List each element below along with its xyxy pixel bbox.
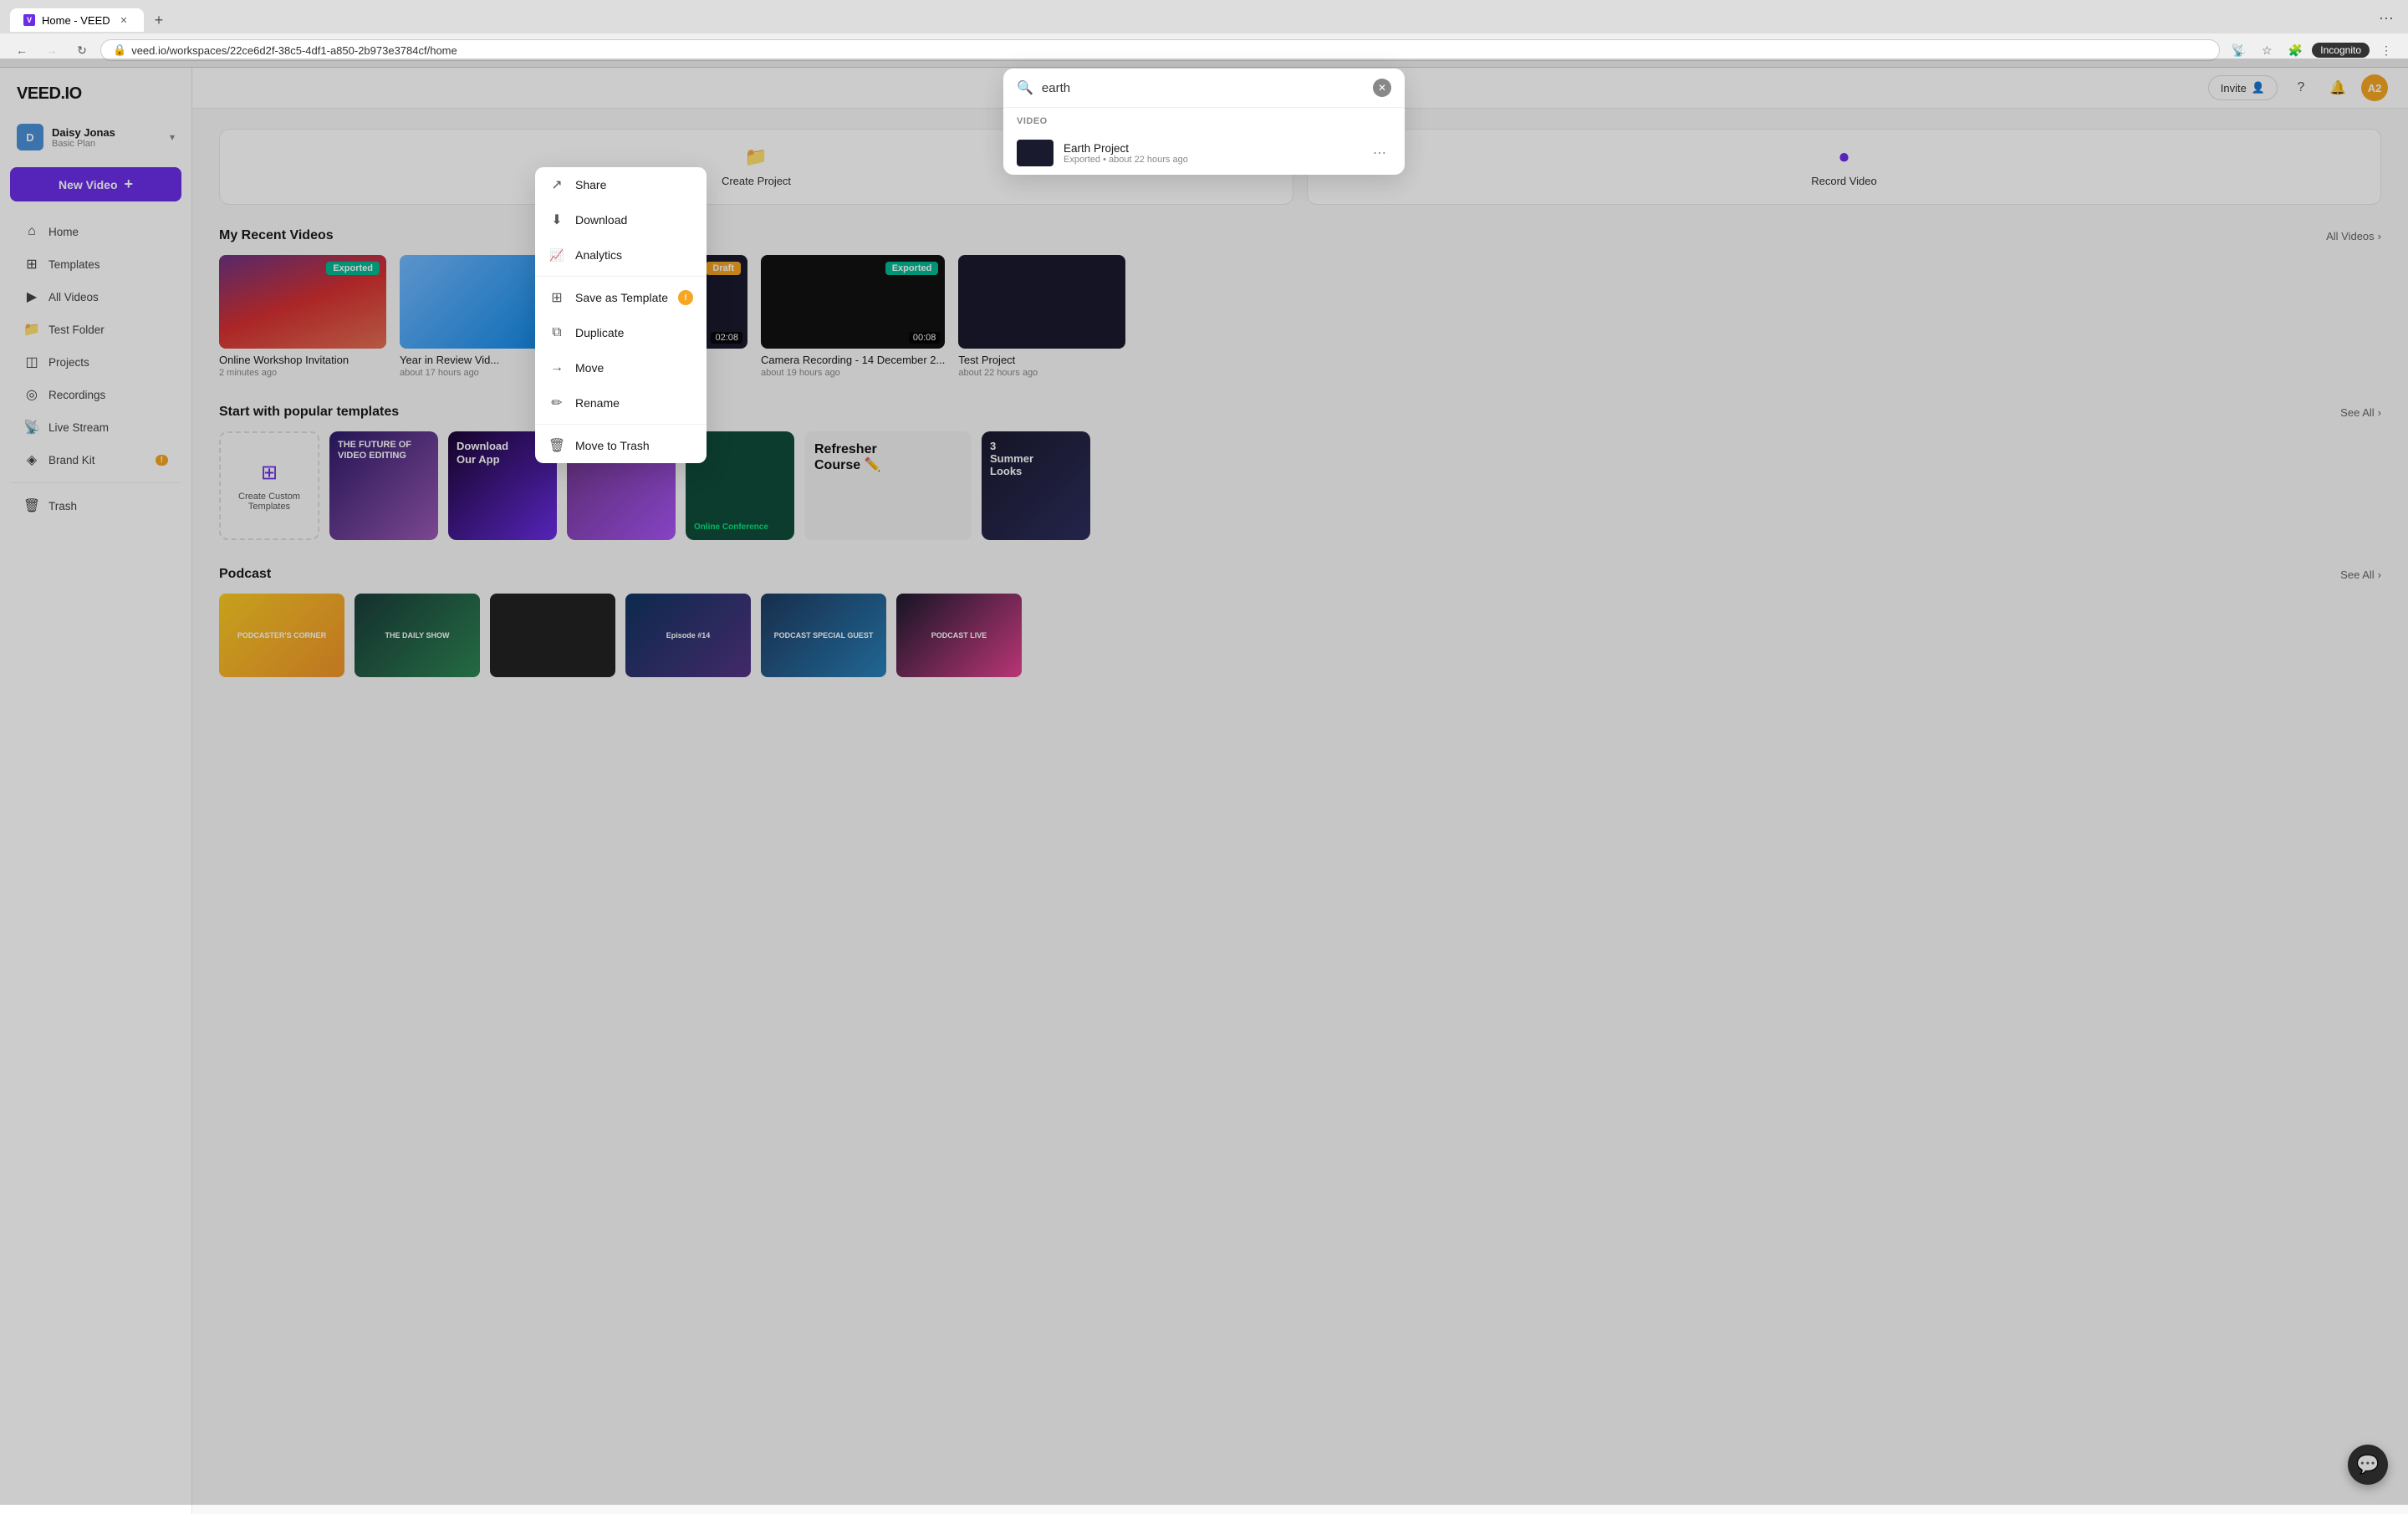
search-clear-button[interactable]: ✕	[1373, 79, 1391, 97]
search-input-row: 🔍 ✕	[1003, 69, 1405, 107]
context-menu-share-label: Share	[575, 178, 693, 191]
context-menu-download[interactable]: ⬇ Download	[535, 202, 707, 237]
minimize-button[interactable]: ⋯	[2375, 7, 2398, 30]
search-category-label: Video	[1003, 108, 1405, 131]
context-menu-save-template-label: Save as Template	[575, 291, 668, 304]
tab-favicon: V	[23, 14, 35, 26]
save-template-icon: ⊞	[548, 289, 565, 306]
context-menu-rename-label: Rename	[575, 396, 693, 410]
share-icon: ↗	[548, 176, 565, 193]
active-tab[interactable]: V Home - VEED ✕	[10, 8, 144, 32]
search-result-title: Earth Project	[1064, 142, 1358, 155]
incognito-button[interactable]: Incognito	[2312, 43, 2370, 58]
context-menu-duplicate[interactable]: ⧉ Duplicate	[535, 315, 707, 350]
search-result-status: Exported	[1064, 155, 1100, 165]
search-magnifier-icon: 🔍	[1017, 79, 1033, 96]
search-result-thumb	[1017, 140, 1054, 166]
context-menu-analytics[interactable]: 📈 Analytics	[535, 237, 707, 273]
search-result-more-button[interactable]: ⋯	[1368, 141, 1391, 165]
context-menu-rename[interactable]: ✏ Rename	[535, 385, 707, 421]
context-menu-divider-1	[535, 276, 707, 277]
incognito-label: Incognito	[2320, 44, 2361, 56]
context-menu-trash-label: Move to Trash	[575, 439, 693, 452]
search-overlay: 🔍 ✕ Video Earth Project Exported • about…	[0, 59, 2408, 1505]
context-menu-analytics-label: Analytics	[575, 248, 693, 262]
browser-chrome: V Home - VEED ✕ + ⋯ ← → ↻ 🔒 veed.io/work…	[0, 0, 2408, 68]
trash-context-icon: 🗑	[548, 437, 565, 454]
search-result-time: about 22 hours ago	[1109, 155, 1188, 165]
context-menu-divider-2	[535, 424, 707, 425]
move-icon: →	[548, 359, 565, 376]
duplicate-icon: ⧉	[548, 324, 565, 341]
context-menu: ↗ Share ⬇ Download 📈 Analytics ⊞ Save as…	[535, 167, 707, 463]
search-backdrop[interactable]	[0, 59, 2408, 1505]
search-result-info: Earth Project Exported • about 22 hours …	[1064, 142, 1358, 165]
download-icon: ⬇	[548, 212, 565, 228]
search-result-earth-project[interactable]: Earth Project Exported • about 22 hours …	[1003, 131, 1405, 175]
context-menu-save-as-template[interactable]: ⊞ Save as Template !	[535, 280, 707, 315]
tab-close-button[interactable]: ✕	[117, 13, 130, 27]
context-menu-share[interactable]: ↗ Share	[535, 167, 707, 202]
search-box: 🔍 ✕ Video Earth Project Exported • about…	[1003, 69, 1405, 175]
tab-bar: V Home - VEED ✕ + ⋯	[0, 0, 2408, 33]
address-text: veed.io/workspaces/22ce6d2f-38c5-4df1-a8…	[131, 44, 2207, 57]
context-menu-move-label: Move	[575, 361, 693, 375]
new-tab-button[interactable]: +	[147, 8, 171, 32]
context-menu-move-to-trash[interactable]: 🗑 Move to Trash	[535, 428, 707, 463]
rename-icon: ✏	[548, 395, 565, 411]
search-results: Video Earth Project Exported • about 22 …	[1003, 107, 1405, 175]
analytics-icon: 📈	[548, 247, 565, 263]
search-result-meta: Exported • about 22 hours ago	[1064, 155, 1358, 165]
context-menu-download-label: Download	[575, 213, 693, 227]
context-menu-move[interactable]: → Move	[535, 350, 707, 385]
search-input[interactable]	[1042, 81, 1365, 95]
save-template-badge: !	[678, 290, 693, 305]
tab-title: Home - VEED	[42, 14, 110, 27]
context-menu-duplicate-label: Duplicate	[575, 326, 693, 339]
